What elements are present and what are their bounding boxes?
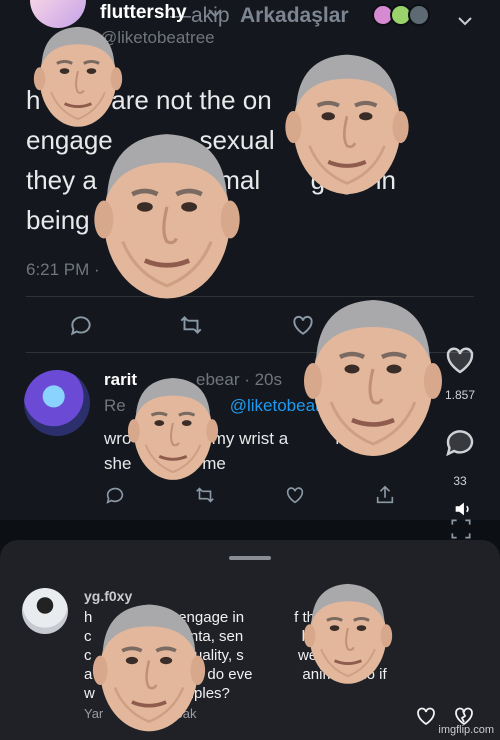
chevron-down-icon[interactable] xyxy=(206,4,224,22)
face-sticker xyxy=(88,586,210,740)
watermark: imgflip.com xyxy=(438,724,494,736)
friend-avatar xyxy=(408,4,430,26)
face-sticker xyxy=(280,30,414,208)
sheet-drag-handle[interactable] xyxy=(229,556,271,560)
face-sticker xyxy=(300,564,396,696)
replying-prefix: Re xyxy=(104,396,126,415)
face-sticker xyxy=(88,110,246,310)
heart-icon[interactable] xyxy=(414,704,438,728)
fullscreen-icon[interactable] xyxy=(446,516,476,542)
reply-icon[interactable] xyxy=(104,484,126,506)
friends-avatar-stack[interactable] xyxy=(372,2,434,28)
chevron-down-icon[interactable] xyxy=(456,12,474,30)
face-sticker xyxy=(298,276,448,468)
reply-icon[interactable] xyxy=(68,312,94,338)
avatar[interactable] xyxy=(24,370,90,436)
face-sticker xyxy=(124,364,222,486)
comment-count: 33 xyxy=(453,474,467,488)
tab-friends[interactable]: Arkadaşlar xyxy=(240,4,349,28)
avatar[interactable] xyxy=(22,588,68,634)
retweet-icon[interactable] xyxy=(178,312,204,338)
like-icon[interactable] xyxy=(284,484,306,506)
retweet-icon[interactable] xyxy=(194,484,216,506)
share-icon[interactable] xyxy=(374,484,396,506)
